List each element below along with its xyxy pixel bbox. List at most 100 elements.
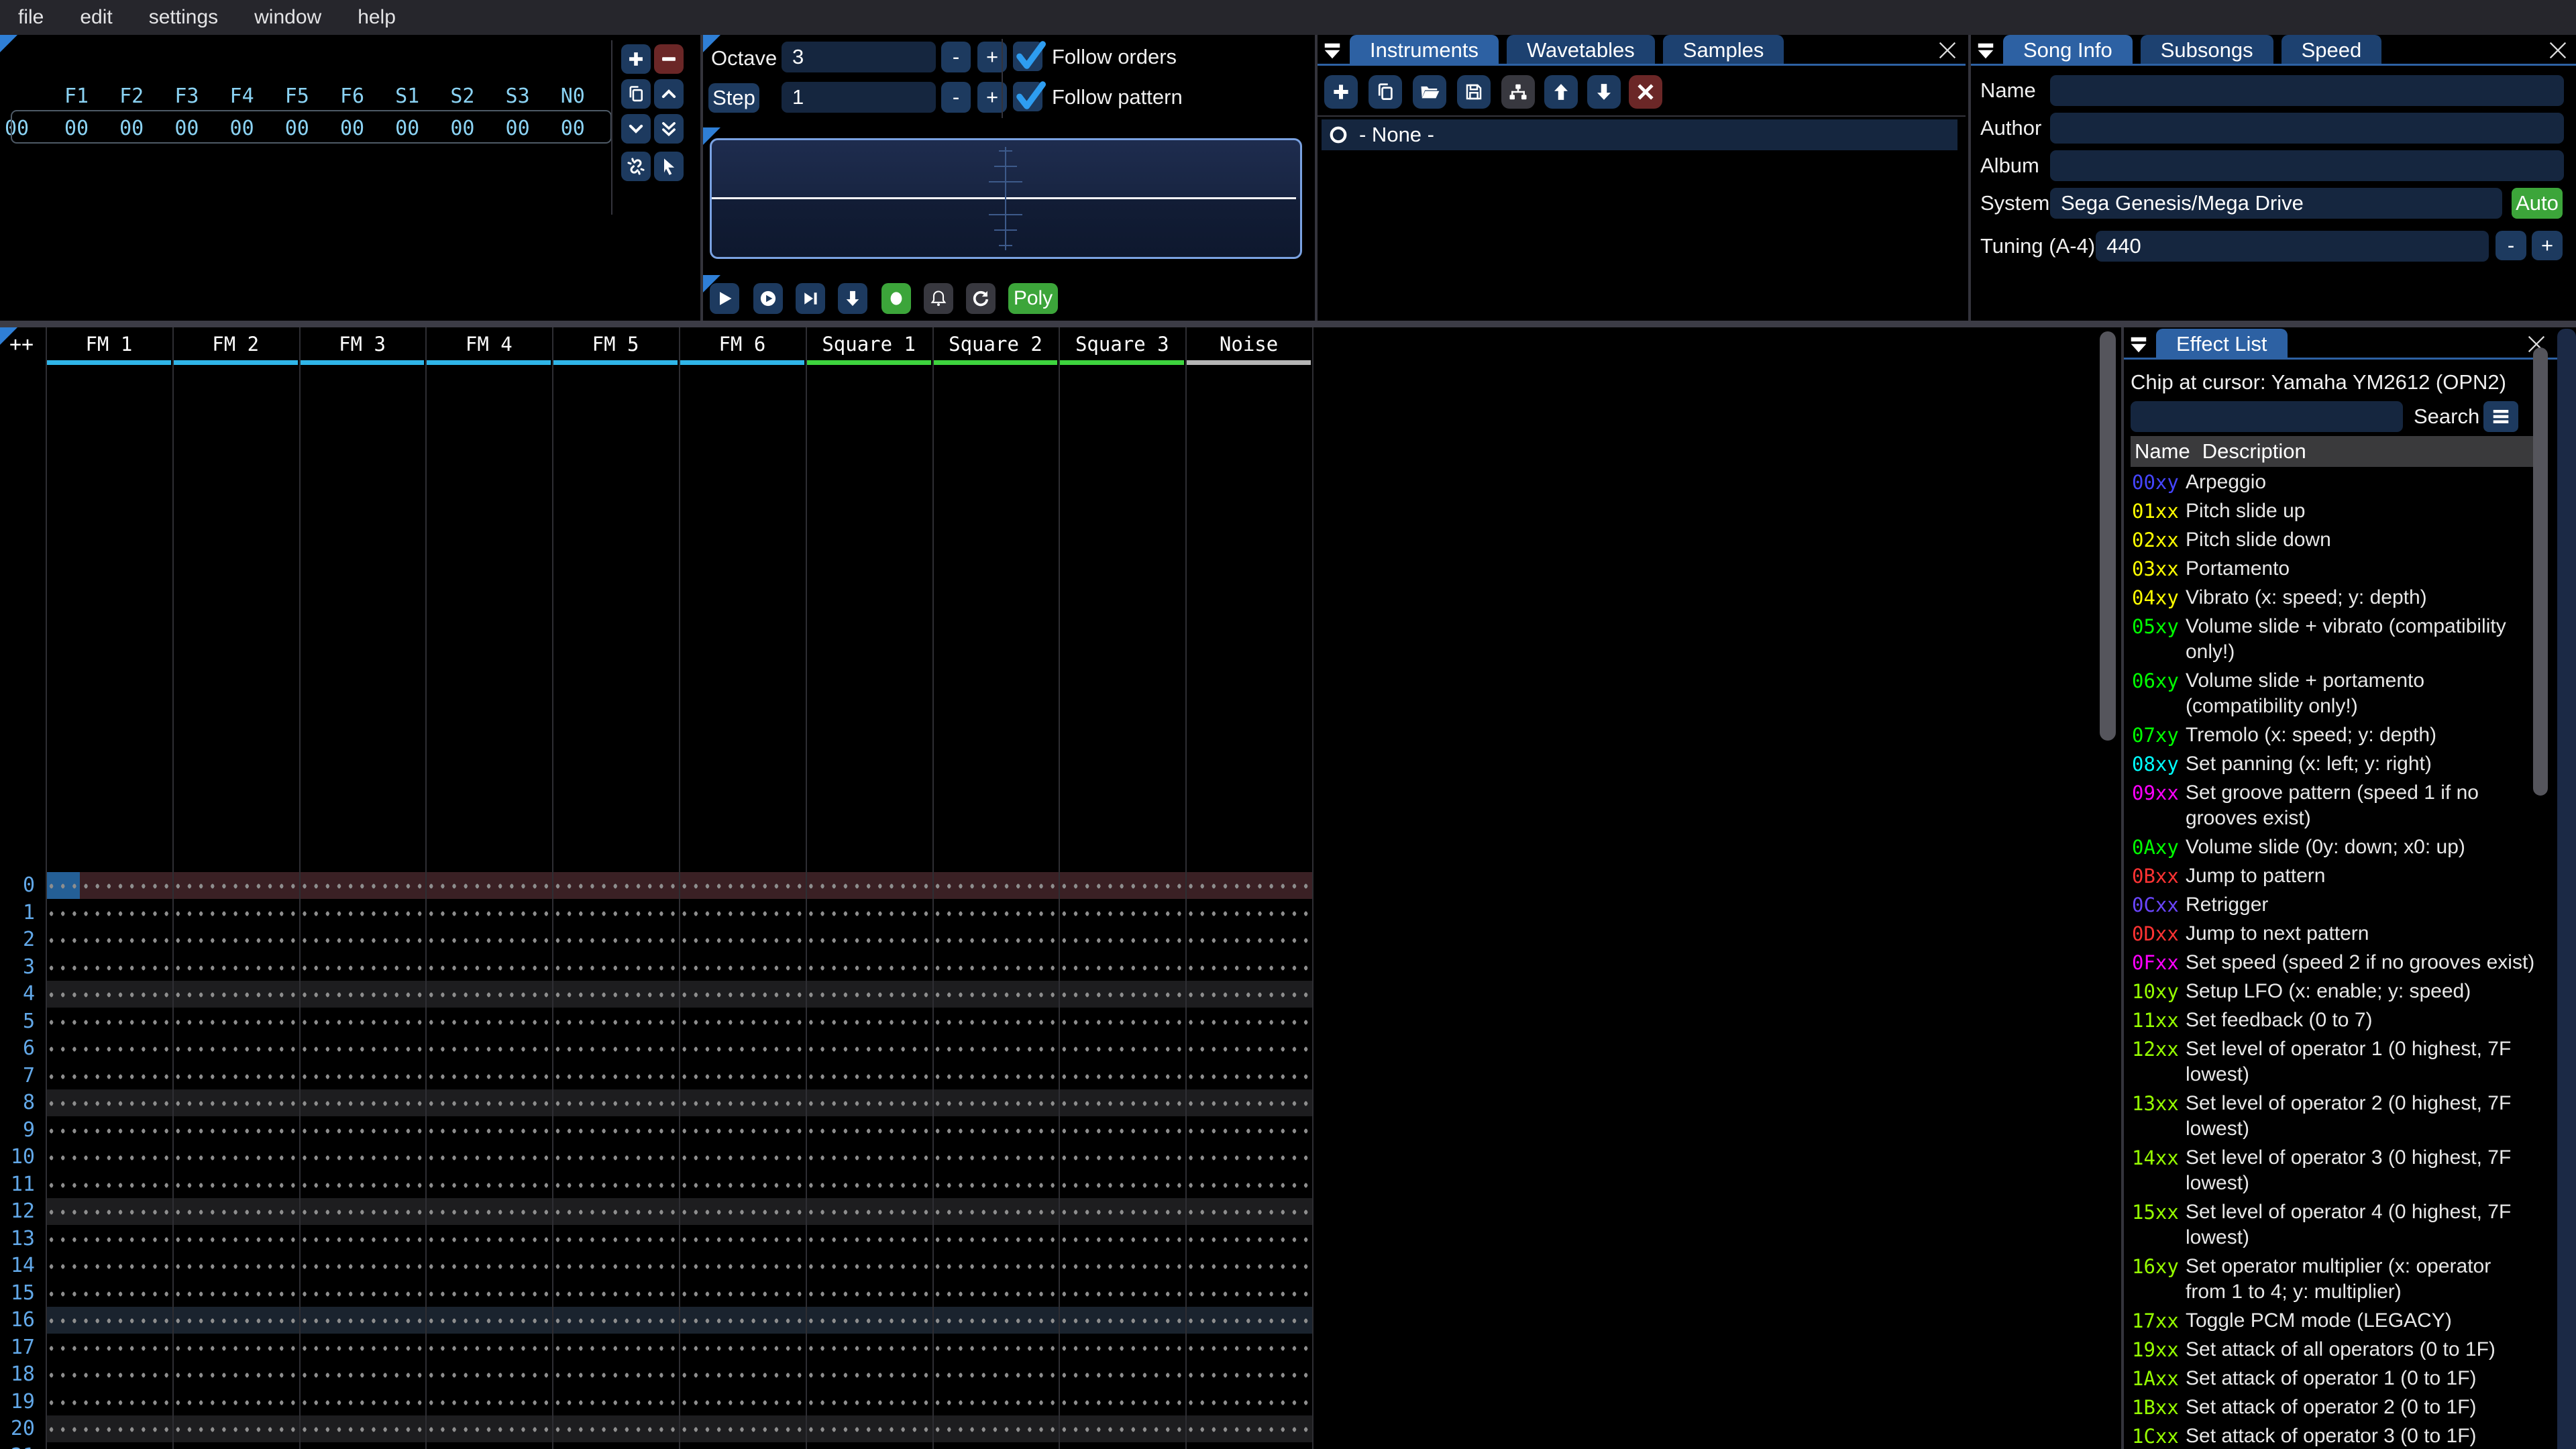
tab-speed[interactable]: Speed <box>2281 35 2382 66</box>
pattern-row[interactable]: 7 <box>0 1063 2121 1089</box>
effect-row[interactable]: 0Dxx Jump to next pattern <box>2132 921 2561 947</box>
pattern-row[interactable]: 1 <box>0 900 2121 926</box>
effect-row[interactable]: 05xy Volume slide + vibrato (compatibilit… <box>2132 614 2561 665</box>
effect-row[interactable]: 19xx Set attack of all operators (0 to 1F… <box>2132 1337 2561 1362</box>
tab-song-info[interactable]: Song Info <box>2003 35 2133 66</box>
collapse-tab-icon[interactable] <box>1319 38 1346 64</box>
channel-header-fm-2[interactable]: FM 2 <box>172 333 299 356</box>
pattern-corner-label[interactable]: ++ <box>9 333 34 356</box>
octave-decrease-button[interactable]: - <box>941 42 971 72</box>
pattern-row[interactable]: 6 <box>0 1035 2121 1062</box>
pattern-row[interactable]: 13 <box>0 1226 2121 1252</box>
delete-instrument-button[interactable] <box>1629 75 1662 109</box>
pattern-row[interactable]: 18 <box>0 1361 2121 1388</box>
effect-row[interactable]: 0Cxx Retrigger <box>2132 892 2561 918</box>
octave-input[interactable]: 3 <box>782 42 936 72</box>
name-input[interactable] <box>2050 75 2564 106</box>
channel-header-fm-6[interactable]: FM 6 <box>679 333 806 356</box>
pattern-row[interactable]: 21 <box>0 1443 2121 1449</box>
menu-edit[interactable]: edit <box>62 0 130 35</box>
pattern-row[interactable]: 12 <box>0 1198 2121 1225</box>
move-instrument-down-button[interactable] <box>1587 75 1621 109</box>
move-order-down-button[interactable] <box>621 114 651 144</box>
menu-file[interactable]: file <box>0 0 62 35</box>
play-pattern-button[interactable] <box>753 283 783 314</box>
tab-wavetables[interactable]: Wavetables <box>1506 35 1655 66</box>
system-auto-button[interactable]: Auto <box>2512 188 2563 219</box>
step-decrease-button[interactable]: - <box>941 82 971 113</box>
move-order-up-button[interactable] <box>654 79 684 109</box>
tuning-decrease-button[interactable]: - <box>2496 231 2526 260</box>
channel-header-fm-1[interactable]: FM 1 <box>46 333 172 356</box>
tuning-increase-button[interactable]: + <box>2532 231 2563 260</box>
channel-header-fm-3[interactable]: FM 3 <box>299 333 426 356</box>
pattern-row[interactable]: 3 <box>0 954 2121 981</box>
add-order-button[interactable] <box>621 44 651 74</box>
pattern-scrollbar[interactable] <box>2100 331 2116 741</box>
effect-row[interactable]: 14xx Set level of operator 3 (0 highest, … <box>2132 1145 2561 1196</box>
record-button[interactable] <box>881 283 911 314</box>
effect-row[interactable]: 0Fxx Set speed (speed 2 if no grooves exi… <box>2132 950 2561 975</box>
effect-row[interactable]: 10xy Setup LFO (x: enable; y: speed) <box>2132 979 2561 1004</box>
tab-instruments[interactable]: Instruments <box>1350 35 1499 66</box>
channel-header-square-1[interactable]: Square 1 <box>806 333 932 356</box>
pattern-row[interactable]: 17 <box>0 1334 2121 1361</box>
pattern-row[interactable]: 8 <box>0 1089 2121 1116</box>
author-input[interactable] <box>2050 113 2564 144</box>
metronome-button[interactable] <box>924 283 953 314</box>
open-instrument-button[interactable] <box>1413 75 1446 109</box>
pattern-row[interactable]: 19 <box>0 1389 2121 1415</box>
effect-row[interactable]: 06xy Volume slide + portamento (compatibi… <box>2132 668 2561 719</box>
pattern-row[interactable]: 9 <box>0 1117 2121 1144</box>
channel-header-square-3[interactable]: Square 3 <box>1059 333 1185 356</box>
pattern-row[interactable]: 4 <box>0 981 2121 1008</box>
step-input[interactable]: 1 <box>782 82 936 113</box>
pattern-row[interactable]: 20 <box>0 1415 2121 1442</box>
collapse-tab-icon[interactable] <box>2125 331 2152 358</box>
effect-row[interactable]: 15xx Set level of operator 4 (0 highest, … <box>2132 1199 2561 1250</box>
pattern-row[interactable]: 11 <box>0 1171 2121 1198</box>
add-instrument-button[interactable] <box>1324 75 1358 109</box>
pattern-editor[interactable]: ++ FM 1 FM 2 FM 3 FM 4 FM 5 FM 6 Square 1 Squar… <box>0 327 2121 1449</box>
menu-window[interactable]: window <box>236 0 339 35</box>
save-instrument-button[interactable] <box>1457 75 1491 109</box>
effect-row[interactable]: 08xy Set panning (x: left; y: right) <box>2132 751 2561 777</box>
close-icon[interactable] <box>1936 39 1959 62</box>
effect-row[interactable]: 16xy Set operator multiplier (x: operator… <box>2132 1254 2561 1305</box>
effect-search-input[interactable] <box>2131 401 2403 432</box>
follow-orders-checkbox[interactable] <box>1013 41 1046 71</box>
menu-settings[interactable]: settings <box>131 0 236 35</box>
menu-help[interactable]: help <box>339 0 414 35</box>
pattern-row[interactable]: 5 <box>0 1008 2121 1035</box>
move-instrument-up-button[interactable] <box>1544 75 1578 109</box>
order-change-mode-button[interactable] <box>621 152 651 181</box>
instrument-type-button[interactable] <box>1501 75 1535 109</box>
close-icon[interactable] <box>2546 39 2569 62</box>
pattern-row[interactable]: 2 <box>0 926 2121 953</box>
step-row-button[interactable] <box>838 283 867 314</box>
tab-effect-list[interactable]: Effect List <box>2156 329 2288 360</box>
effect-row[interactable]: 04xy Vibrato (x: speed; y: depth) <box>2132 585 2561 610</box>
splitter[interactable] <box>0 321 2576 327</box>
effect-row[interactable]: 1Axx Set attack of operator 1 (0 to 1F) <box>2132 1366 2561 1391</box>
duplicate-order-end-button[interactable] <box>654 114 684 144</box>
pattern-row[interactable]: 15 <box>0 1280 2121 1307</box>
follow-pattern-checkbox[interactable] <box>1013 81 1046 111</box>
system-input[interactable]: Sega Genesis/Mega Drive <box>2050 188 2502 219</box>
tab-samples[interactable]: Samples <box>1662 35 1784 66</box>
effect-row[interactable]: 03xx Portamento <box>2132 556 2561 582</box>
effect-list-menu-button[interactable] <box>2483 401 2518 432</box>
effect-row[interactable]: 13xx Set level of operator 2 (0 highest, … <box>2132 1091 2561 1142</box>
pattern-row[interactable]: 0 <box>0 872 2121 899</box>
poly-button[interactable]: Poly <box>1008 283 1058 314</box>
instrument-list-item[interactable]: - None - <box>1322 119 1957 150</box>
tuning-input[interactable]: 440 <box>2096 231 2489 262</box>
channel-header-fm-4[interactable]: FM 4 <box>425 333 552 356</box>
play-button[interactable] <box>710 283 739 314</box>
effect-list-scrollbar[interactable] <box>2533 347 2548 796</box>
duplicate-instrument-button[interactable] <box>1368 75 1402 109</box>
channel-header-noise[interactable]: Noise <box>1185 333 1312 356</box>
effect-row[interactable]: 02xx Pitch slide down <box>2132 527 2561 553</box>
effect-row[interactable]: 11xx Set feedback (0 to 7) <box>2132 1008 2561 1033</box>
collapse-tab-icon[interactable] <box>1972 38 1999 64</box>
